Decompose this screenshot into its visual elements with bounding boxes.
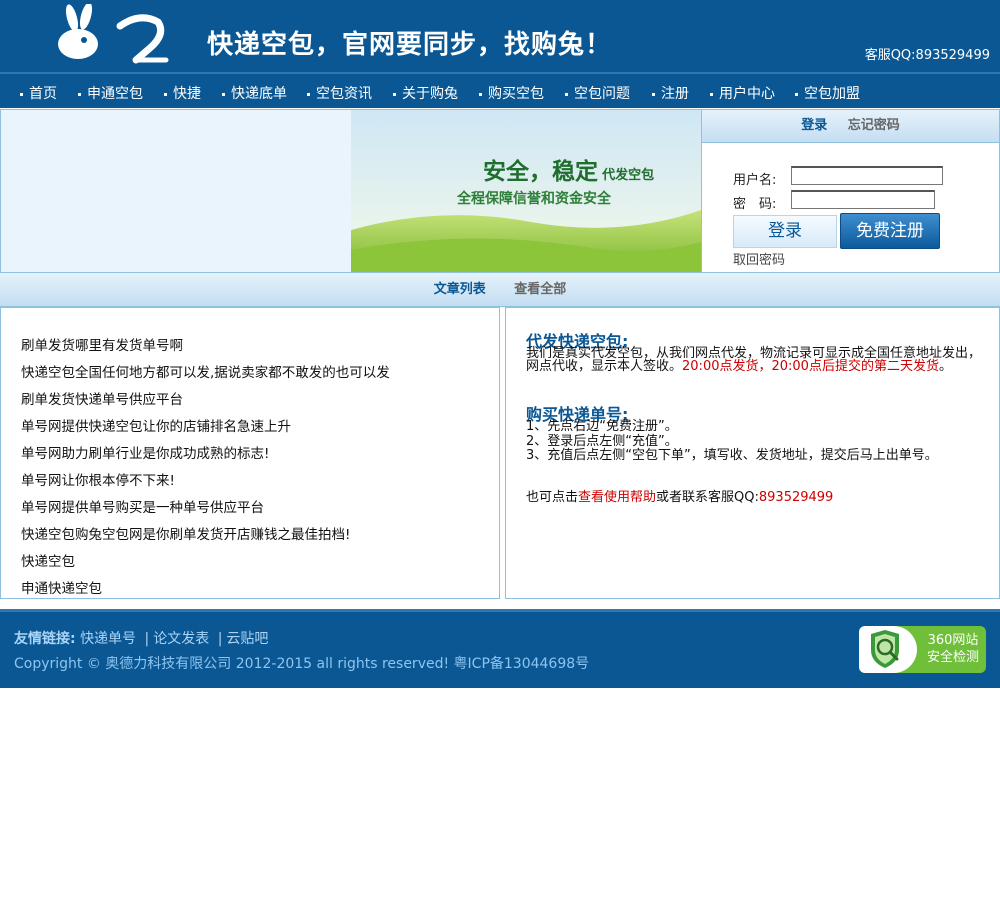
article-link[interactable]: 快递空包购兔空包网是你刷单发货开店赚钱之最佳拍档! (21, 523, 350, 543)
friend-links-label: 友情链接: (14, 631, 76, 647)
banner-subline: 全程保障信誉和资金安全 (457, 191, 611, 207)
friend-link[interactable]: 快递单号 (80, 631, 136, 647)
banner-area: 安全，稳定 代发空包 全程保障信誉和资金安全 (0, 109, 701, 273)
article-section-bar: 文章列表 查看全部 (0, 273, 1000, 307)
bullet-icon (393, 92, 396, 96)
article-link[interactable]: 快递空包 (21, 550, 75, 570)
info-step-3: 3、充值后点左侧“空包下单”，填写收、发货地址，提交后马上出单号。 (526, 448, 938, 463)
nav-label: 首页 (29, 86, 57, 102)
nav-label: 空包资讯 (316, 86, 372, 102)
bullet-icon (222, 92, 225, 96)
password-row: 密 码: (733, 190, 935, 212)
nav-label: 快捷 (173, 86, 201, 102)
article-link[interactable]: 单号网让你根本停不下来! (21, 469, 175, 489)
info-help-mid: 或者联系客服QQ: (656, 490, 759, 505)
username-input[interactable] (791, 166, 943, 185)
nav-item-home[interactable]: 首页 (20, 83, 57, 103)
nav-item-receipt[interactable]: 快递底单 (222, 83, 287, 103)
bullet-icon (20, 92, 23, 96)
friend-links: 友情链接: 快递单号 | 论文发表 | 云贴吧 (14, 628, 268, 648)
nav-item-buy[interactable]: 购买空包 (479, 83, 544, 103)
info-help: 也可点击查看使用帮助或者联系客服QQ:893529499 (526, 491, 981, 504)
nav-item-sto[interactable]: 申通空包 (78, 83, 143, 103)
banner-headline-small: 代发空包 (602, 168, 655, 183)
login-tabs: 登录 忘记密码 (702, 110, 999, 143)
site-header: 快递空包，官网要同步，找购兔！ 客服QQ:893529499 (0, 0, 1000, 72)
article-link[interactable]: 刷单发货快递单号供应平台 (21, 388, 183, 408)
copyright: Copyright © 奥德力科技有限公司 2012-2015 all righ… (14, 656, 590, 672)
banner-headline-big: 安全，稳定 (483, 158, 598, 185)
banner-image: 安全，稳定 代发空包 全程保障信誉和资金安全 (351, 110, 701, 272)
bullet-icon (479, 92, 482, 96)
badge-line-1: 360网站 (927, 633, 979, 648)
help-qq: 893529499 (758, 490, 834, 505)
register-button[interactable]: 免费注册 (840, 213, 940, 249)
nav-item-user-center[interactable]: 用户中心 (710, 83, 775, 103)
password-input[interactable] (791, 190, 935, 209)
username-label: 用户名: (733, 173, 777, 188)
bullet-icon (652, 92, 655, 96)
info-step-1: 1、先点右边“免费注册”。 (526, 419, 678, 434)
bullet-icon (307, 92, 310, 96)
bullet-icon (565, 92, 568, 96)
article-link[interactable]: 单号网助力刷单行业是你成功成熟的标志! (21, 442, 269, 462)
service-info-panel: 代发快递空包: 我们是真实代发空包，从我们网点代发，物流记录可显示成全国任意地址… (505, 307, 1000, 599)
nav-label: 空包问题 (574, 86, 630, 102)
bullet-icon (795, 92, 798, 96)
info-para-ship: 我们是真实代发空包，从我们网点代发，物流记录可显示成全国任意地址发出，网点代收，… (526, 347, 981, 373)
nav-label: 用户中心 (719, 86, 775, 102)
security-badge-text: 360网站 安全检测 (921, 632, 985, 666)
info-step-2: 2、登录后点左侧“充值”。 (526, 434, 678, 449)
view-all-link[interactable]: 查看全部 (514, 282, 566, 297)
main-nav: 首页 申通空包 快捷 快递底单 空包资讯 关于购兔 购买空包 空包问题 注册 用… (0, 72, 1000, 108)
security-badge[interactable]: 360网站 安全检测 (859, 626, 986, 673)
nav-label: 关于购兔 (402, 86, 458, 102)
article-link[interactable]: 快递空包全国任何地方都可以发,据说卖家都不敢发的也可以发 (21, 361, 390, 381)
help-link[interactable]: 查看使用帮助 (578, 490, 656, 505)
article-list: 刷单发货哪里有发货单号啊 快递空包全国任何地方都可以发,据说卖家都不敢发的也可以… (0, 307, 500, 599)
nav-item-join[interactable]: 空包加盟 (795, 83, 860, 103)
info-help-prefix: 也可点击 (526, 490, 579, 505)
article-link[interactable]: 申通快递空包 (21, 577, 102, 597)
nav-label: 空包加盟 (804, 86, 860, 102)
divider: | (217, 631, 223, 647)
nav-item-about[interactable]: 关于购兔 (393, 83, 458, 103)
nav-item-register[interactable]: 注册 (652, 83, 689, 103)
bullet-icon (164, 92, 167, 96)
site-footer: 友情链接: 快递单号 | 论文发表 | 云贴吧 Copyright © 奥德力科技有… (0, 609, 1000, 688)
friend-link[interactable]: 云贴吧 (226, 631, 268, 647)
nav-item-news[interactable]: 空包资讯 (307, 83, 372, 103)
site-slogan: 快递空包，官网要同步，找购兔！ (207, 30, 613, 60)
info-para-ship-end: 。 (938, 359, 952, 374)
username-row: 用户名: (733, 166, 943, 188)
service-qq: 客服QQ:893529499 (864, 48, 990, 63)
site-logo[interactable] (50, 2, 170, 66)
nav-item-quick[interactable]: 快捷 (164, 83, 201, 103)
nav-label: 注册 (661, 86, 689, 102)
nav-item-faq[interactable]: 空包问题 (565, 83, 630, 103)
badge-line-2: 安全检测 (926, 650, 979, 665)
banner-headline: 安全，稳定 代发空包 (483, 152, 654, 186)
tab-login[interactable]: 登录 (801, 118, 827, 133)
bullet-icon (710, 92, 713, 96)
article-link[interactable]: 单号网提供快递空包让你的店铺排名急速上升 (21, 415, 291, 435)
tab-article-list[interactable]: 文章列表 (434, 282, 486, 297)
login-panel: 登录 忘记密码 用户名: 密 码: 登录 免费注册 取回密码 (701, 109, 1000, 273)
bullet-icon (78, 92, 81, 96)
tab-forgot-password[interactable]: 忘记密码 (848, 118, 900, 133)
article-link[interactable]: 单号网提供单号购买是一种单号供应平台 (21, 496, 264, 516)
info-ship-time: 20:00点发货，20:00点后提交的第二天发货 (682, 359, 939, 374)
friend-link[interactable]: 论文发表 (153, 631, 209, 647)
nav-label: 快递底单 (231, 86, 287, 102)
login-button[interactable]: 登录 (733, 215, 837, 248)
password-label: 密 码: (733, 197, 777, 212)
nav-label: 申通空包 (87, 86, 143, 102)
nav-label: 购买空包 (488, 86, 544, 102)
article-link[interactable]: 刷单发货哪里有发货单号啊 (21, 334, 183, 354)
recover-password-link[interactable]: 取回密码 (733, 249, 785, 268)
divider: | (144, 631, 150, 647)
shield-magnifier-icon (859, 626, 917, 673)
